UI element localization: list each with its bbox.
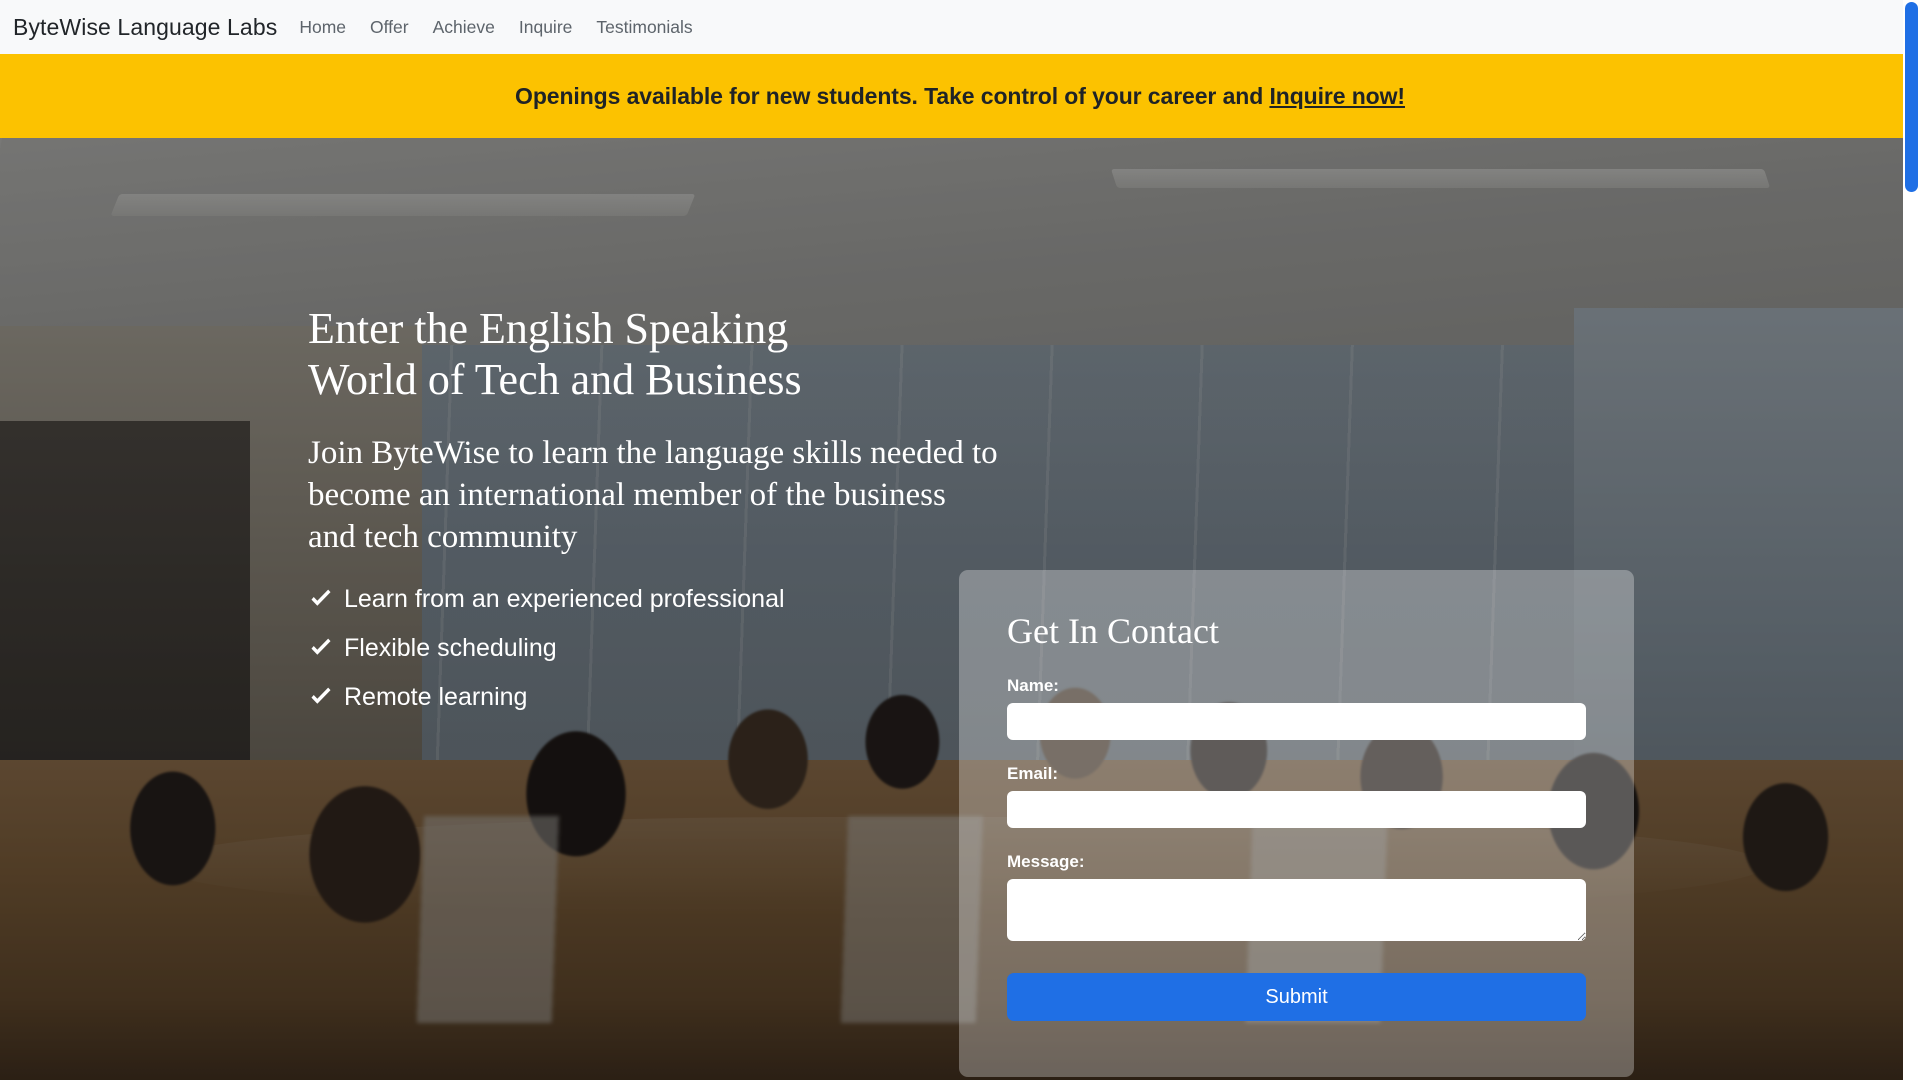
check-icon xyxy=(308,586,334,612)
hero-subtitle: Join ByteWise to learn the language skil… xyxy=(308,434,998,556)
name-input[interactable] xyxy=(1007,703,1586,740)
inquire-now-link[interactable]: Inquire now! xyxy=(1269,83,1405,109)
nav-link-achieve[interactable]: Achieve xyxy=(421,17,507,38)
check-icon xyxy=(308,635,334,661)
nav-links: Home Offer Achieve Inquire Testimonials xyxy=(287,17,704,38)
hero-copy: Enter the English Speaking World of Tech… xyxy=(308,303,998,732)
scrollbar-track[interactable] xyxy=(1903,0,1920,1080)
contact-form-card: Get In Contact Name: Email: Message: Sub… xyxy=(959,570,1634,1077)
feature-item: Remote learning xyxy=(308,683,998,712)
message-label: Message: xyxy=(1007,852,1085,871)
nav-link-offer[interactable]: Offer xyxy=(358,17,421,38)
hero-title: Enter the English Speaking World of Tech… xyxy=(308,303,998,406)
feature-label: Remote learning xyxy=(344,682,528,711)
message-textarea[interactable] xyxy=(1007,879,1586,941)
name-label: Name: xyxy=(1007,676,1059,695)
scrollbar-thumb[interactable] xyxy=(1905,2,1918,192)
feature-item: Learn from an experienced professional xyxy=(308,585,998,614)
announcement-text: Openings available for new students. Tak… xyxy=(515,83,1405,110)
check-icon xyxy=(308,684,334,710)
page-root: ByteWise Language Labs Home Offer Achiev… xyxy=(0,0,1920,1080)
feature-label: Learn from an experienced professional xyxy=(344,584,785,613)
navbar: ByteWise Language Labs Home Offer Achiev… xyxy=(0,0,1920,54)
nav-link-inquire[interactable]: Inquire xyxy=(507,17,585,38)
announcement-banner: Openings available for new students. Tak… xyxy=(0,54,1920,138)
hero-title-line-1: Enter the English Speaking xyxy=(308,304,789,353)
brand-logo[interactable]: ByteWise Language Labs xyxy=(13,14,277,41)
email-input[interactable] xyxy=(1007,791,1586,828)
feature-label: Flexible scheduling xyxy=(344,633,557,662)
nav-link-testimonials[interactable]: Testimonials xyxy=(584,17,704,38)
hero-title-line-2: World of Tech and Business xyxy=(308,355,802,405)
announcement-message: Openings available for new students. Tak… xyxy=(515,82,1270,109)
feature-item: Flexible scheduling xyxy=(308,634,998,663)
email-label: Email: xyxy=(1007,764,1059,783)
hero-feature-list: Learn from an experienced professional F… xyxy=(308,585,998,712)
hero-section: Enter the English Speaking World of Tech… xyxy=(0,138,1920,1080)
nav-link-home[interactable]: Home xyxy=(287,17,358,38)
submit-button[interactable]: Submit xyxy=(1007,973,1586,1021)
contact-form-title: Get In Contact xyxy=(1007,611,1219,651)
